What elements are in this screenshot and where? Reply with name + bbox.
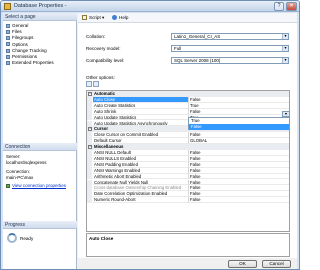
page-item-permissions[interactable]: Permissions — [6, 54, 37, 60]
connection-value: main-PC\max — [6, 175, 34, 180]
page-item-label: Extended Properties — [12, 60, 54, 66]
window-title: Database Properties - — [14, 3, 67, 9]
collation-combo[interactable]: Latin1_General_CI_AS ▼ — [171, 33, 289, 40]
page-item-files[interactable]: Files — [6, 29, 22, 35]
server-label: Server: — [6, 154, 21, 159]
database-icon — [4, 3, 11, 10]
page-icon — [6, 23, 10, 28]
connection-label: Connection: — [6, 169, 31, 174]
categorized-view-icon[interactable] — [86, 81, 92, 87]
alphabetical-view-icon[interactable] — [93, 81, 99, 87]
progress-header: Progress — [3, 221, 77, 229]
collapse-icon[interactable]: − — [88, 127, 92, 132]
collation-value: Latin1_General_CI_AS — [174, 34, 221, 39]
connection-header: Connection — [3, 143, 77, 151]
select-page-header: Select a page — [3, 13, 77, 21]
server-value: localhost\sqlexpress — [6, 160, 47, 165]
script-label: Script — [89, 15, 101, 20]
compatibility-level-label: Compatibility level: — [86, 58, 125, 63]
script-button[interactable]: Script ▾ — [82, 15, 104, 21]
database-properties-window: Database Properties - ? × Select a page … — [0, 0, 300, 270]
dropdown-option-false[interactable]: False — [189, 124, 289, 130]
dialog-footer: OK Cancel — [78, 258, 297, 269]
chevron-down-icon[interactable]: ▼ — [282, 58, 288, 63]
progress-spinner-icon — [7, 233, 17, 243]
page-item-change-tracking[interactable]: Change Tracking — [6, 48, 47, 54]
chevron-down-icon[interactable]: ▼ — [282, 46, 288, 51]
title-close-button[interactable]: × — [286, 2, 297, 11]
progress-status: Ready — [20, 236, 34, 241]
value-dropdown-list[interactable]: True False — [188, 117, 290, 130]
recovery-model-label: Recovery model: — [86, 46, 121, 51]
collapse-icon[interactable]: − — [88, 92, 92, 96]
compatibility-level-combo[interactable]: SQL Server 2008 (100) ▼ — [171, 57, 289, 64]
recovery-model-combo[interactable]: Full ▼ — [171, 45, 289, 52]
view-connection-row: View connection properties — [6, 183, 76, 189]
page-icon — [6, 48, 10, 53]
title-bar: Database Properties - ? × — [1, 1, 299, 12]
property-value[interactable]: False — [189, 197, 289, 204]
page-item-general[interactable]: General — [6, 23, 28, 29]
property-grid-toolbar — [86, 81, 106, 88]
page-item-label: Permissions — [12, 54, 38, 59]
page-item-options[interactable]: Options — [6, 42, 28, 48]
ok-button[interactable]: OK — [228, 260, 257, 268]
other-options-label: Other options: — [86, 75, 115, 80]
page-item-label: Files — [12, 29, 22, 35]
chevron-down-icon[interactable]: ▾ — [102, 15, 104, 20]
page-item-label: Filegroups — [12, 35, 34, 41]
recovery-model-value: Full — [174, 46, 182, 51]
grid-property-row[interactable]: Numeric Round-Abort False — [87, 197, 289, 204]
row-gutter — [87, 197, 92, 204]
page-item-label: General — [12, 23, 29, 28]
page-icon — [6, 54, 10, 59]
connection-properties-icon — [6, 183, 10, 188]
page-item-filegroups[interactable]: Filegroups — [6, 35, 33, 41]
page-item-label: Change Tracking — [12, 47, 47, 53]
chevron-down-icon[interactable]: ▼ — [282, 34, 288, 39]
help-button[interactable]: Help — [112, 15, 128, 21]
collation-label: Collation: — [86, 34, 106, 39]
page-icon — [6, 42, 10, 47]
property-name: Numeric Round-Abort — [93, 197, 189, 204]
page-item-label: Options — [12, 41, 28, 47]
page-icon — [6, 36, 10, 41]
page-icon — [6, 60, 10, 65]
script-icon — [82, 15, 87, 21]
cancel-button[interactable]: Cancel — [262, 260, 291, 268]
left-pane: Select a page General Files Filegroups Opti… — [3, 13, 77, 269]
page-icon — [6, 29, 10, 34]
help-icon — [112, 15, 117, 21]
page-item-extended-properties[interactable]: Extended Properties — [6, 60, 54, 66]
collapse-icon[interactable]: − — [88, 145, 92, 150]
view-connection-properties-link[interactable]: View connection properties — [12, 183, 66, 188]
toolbar: Script ▾ Help — [78, 13, 297, 23]
property-description: Auto Close — [86, 233, 290, 257]
compatibility-level-value: SQL Server 2008 (100) — [174, 58, 221, 63]
dialog-client: Select a page General Files Filegroups Opti… — [3, 13, 297, 269]
options-page: Script ▾ Help Collation: Latin1_General_… — [78, 13, 297, 269]
property-grid[interactable]: − Automatic Auto Close False Auto Create Sta… — [86, 90, 290, 232]
help-label: Help — [119, 15, 129, 20]
title-help-button[interactable]: ? — [274, 2, 284, 11]
